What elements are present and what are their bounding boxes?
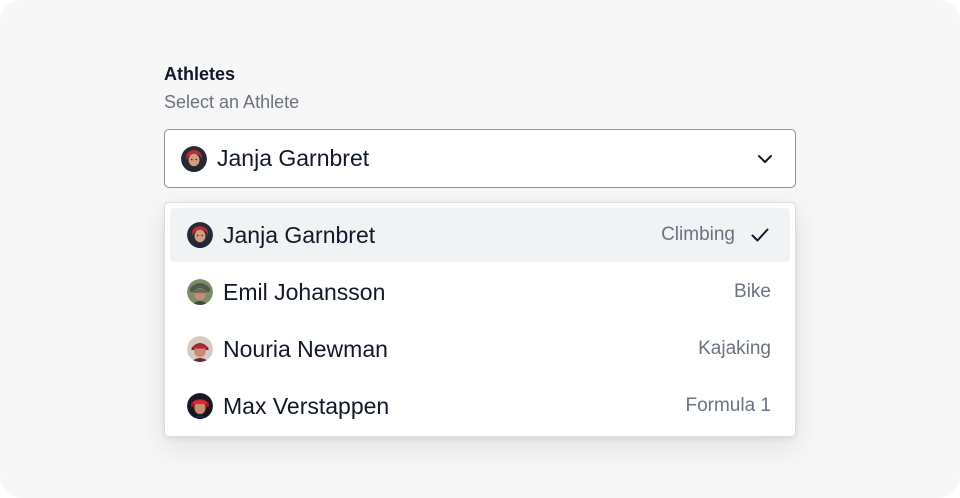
option-sport: Kajaking: [698, 338, 771, 359]
avatar-max-icon: [187, 393, 213, 419]
option-janja-garnbret[interactable]: Janja Garnbret Climbing: [170, 208, 790, 262]
option-max-verstappen[interactable]: Max Verstappen Formula 1: [170, 379, 790, 433]
selected-value: Janja Garnbret: [217, 145, 370, 171]
athlete-select-field: Athletes Select an Athlete Janja Garnbre…: [164, 62, 796, 437]
field-label: Athletes: [164, 64, 236, 84]
avatar-emil-icon: [187, 279, 213, 305]
option-name: Emil Johansson: [223, 278, 386, 305]
option-sport: Bike: [734, 281, 771, 302]
chevron-down-icon[interactable]: [755, 149, 775, 169]
check-icon: [751, 228, 769, 242]
avatar-janja-icon: [181, 145, 207, 172]
option-sport: Formula 1: [685, 395, 771, 416]
app-canvas: Athletes Select an Athlete Janja Garnbre…: [0, 0, 960, 498]
option-name: Max Verstappen: [223, 392, 390, 419]
option-name: Nouria Newman: [223, 335, 388, 362]
athlete-options-list: Janja Garnbret Climbing Emil Johansson B…: [164, 202, 796, 437]
athlete-select-trigger[interactable]: Janja Garnbret: [164, 129, 796, 188]
option-emil-johansson[interactable]: Emil Johansson Bike: [170, 265, 790, 319]
option-sport: Climbing: [661, 224, 735, 245]
avatar-janja-icon: [187, 222, 213, 248]
option-name: Janja Garnbret: [223, 221, 376, 248]
field-description: Select an Athlete: [164, 92, 300, 112]
option-nouria-newman[interactable]: Nouria Newman Kajaking: [170, 322, 790, 376]
avatar-nouria-icon: [187, 336, 213, 362]
